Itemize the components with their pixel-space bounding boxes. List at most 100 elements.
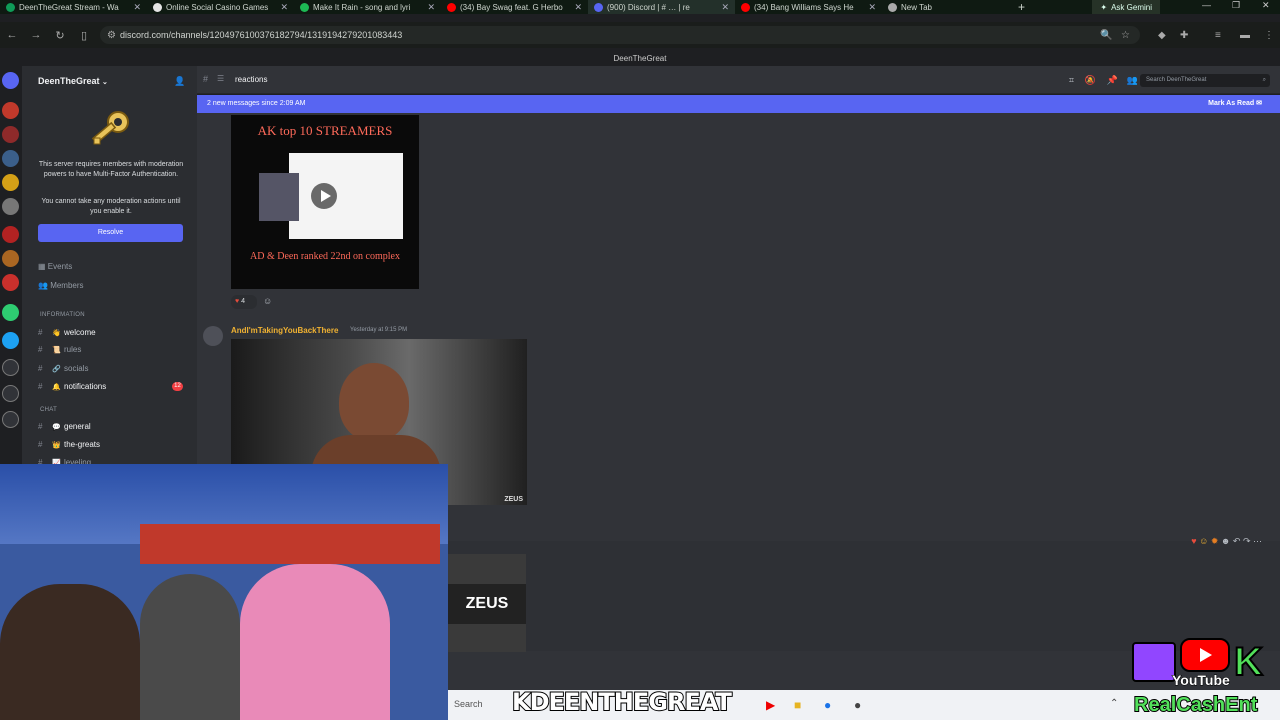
- extension-icon[interactable]: ◆: [1158, 30, 1166, 41]
- back-icon[interactable]: ←: [0, 29, 24, 41]
- tab-close-icon[interactable]: ✕: [427, 2, 435, 13]
- tab-close-icon[interactable]: ✕: [133, 2, 141, 13]
- minimize-icon[interactable]: —: [1202, 0, 1211, 10]
- close-window-icon[interactable]: ✕: [1262, 0, 1270, 11]
- browser-tab[interactable]: Make It Rain - song and lyri ✕: [294, 0, 441, 14]
- more-options-icon[interactable]: ⋯: [1253, 536, 1262, 546]
- browser-taskbar-icon[interactable]: ●: [824, 698, 831, 712]
- channel-title: reactions: [235, 75, 268, 84]
- members-item[interactable]: 👥 Members: [38, 281, 84, 290]
- threads-icon[interactable]: ⌗: [1069, 75, 1074, 86]
- message-author[interactable]: AndI'mTakingYouBackThere: [231, 326, 338, 335]
- brand-realcashent-text: RealCashEnt: [1133, 693, 1258, 717]
- ask-gemini-button[interactable]: ✦ Ask Gemini: [1092, 0, 1160, 14]
- mark-as-read-button[interactable]: Mark As Read ✉: [1208, 95, 1262, 113]
- browser-tab[interactable]: Online Social Casino Games ✕: [147, 0, 294, 14]
- channel-rules[interactable]: # 📜 rules: [38, 345, 81, 354]
- tray-chevron-icon[interactable]: ⌃: [1110, 698, 1118, 709]
- server-icon[interactable]: [2, 304, 19, 321]
- folder-icon[interactable]: ■: [794, 698, 801, 712]
- server-icon[interactable]: [2, 150, 19, 167]
- server-name-dropdown[interactable]: DeenTheGreat ⌄: [38, 76, 108, 86]
- youtube-taskbar-icon[interactable]: ▶: [766, 698, 775, 712]
- site-info-icon[interactable]: ⚙: [107, 30, 116, 41]
- video-embed-thumbnail[interactable]: AK top 10 STREAMERS AD & Deen ranked 22n…: [231, 115, 419, 289]
- download-apps-icon[interactable]: [2, 411, 19, 428]
- reaction-smile-icon[interactable]: ☺: [1199, 536, 1208, 546]
- maximize-icon[interactable]: ❐: [1232, 0, 1240, 11]
- channel-sidebar: DeenTheGreat ⌄ 👤 This server requires me…: [22, 66, 197, 467]
- mark-read-icon: ✉: [1256, 100, 1262, 107]
- address-bar[interactable]: discord.com/channels/1204976100376182794…: [100, 26, 1140, 44]
- server-icon[interactable]: [2, 174, 19, 191]
- reaction-heart-icon[interactable]: ♥: [1191, 536, 1196, 546]
- invite-people-icon[interactable]: 👤: [174, 76, 185, 87]
- tab-favicon-icon: [594, 2, 603, 12]
- browser-tab[interactable]: New Tab: [882, 0, 1012, 14]
- server-icon[interactable]: [2, 102, 19, 119]
- search-input[interactable]: Search DeenTheGreat ⌕: [1140, 74, 1270, 87]
- server-icon[interactable]: [2, 332, 19, 349]
- browser-tab[interactable]: (34) Bang Williams Says He ✕: [735, 0, 882, 14]
- browser-tab[interactable]: DeenTheGreat Stream - Wa ✕: [0, 0, 147, 14]
- tab-close-icon[interactable]: ✕: [280, 2, 288, 13]
- channel-welcome[interactable]: # 👋 welcome: [38, 328, 96, 337]
- category-label: INFORMATION: [40, 312, 85, 318]
- avatar[interactable]: [203, 326, 223, 346]
- server-icon[interactable]: [2, 250, 19, 267]
- channel-name: rules: [64, 345, 82, 354]
- server-icon[interactable]: [2, 226, 19, 243]
- add-server-icon[interactable]: [2, 359, 19, 376]
- new-tab-icon[interactable]: +: [1018, 0, 1025, 14]
- category-chat[interactable]: CHAT: [40, 407, 57, 413]
- reaction-pill[interactable]: ♥ 4: [231, 295, 257, 309]
- channel-notifications[interactable]: # 🔔 notifications: [38, 382, 106, 391]
- notification-settings-icon[interactable]: 🔕: [1085, 75, 1096, 86]
- tab-favicon-icon: [447, 2, 456, 12]
- channel-name: socials: [64, 364, 89, 373]
- puzzle-icon[interactable]: ✚: [1180, 30, 1188, 41]
- browser-tab[interactable]: (34) Bay Swag feat. G Herbo ✕: [441, 0, 588, 14]
- channel-the-greats[interactable]: # 👑 the-greats: [38, 440, 100, 449]
- browser-tab-active[interactable]: (900) Discord | # … | re ✕: [588, 0, 735, 14]
- add-reaction-icon[interactable]: ☻: [1221, 536, 1230, 546]
- search-icon: ⌕: [1262, 77, 1266, 83]
- channel-emoji: 🔗: [52, 365, 61, 373]
- hovered-message-row[interactable]: [447, 541, 1280, 651]
- forward-icon[interactable]: →: [24, 29, 48, 41]
- member-list-icon[interactable]: 👥: [1127, 75, 1138, 86]
- channel-general[interactable]: # 💬 general: [38, 422, 91, 431]
- url-text: discord.com/channels/1204976100376182794…: [120, 30, 403, 40]
- sidebar-toggle-icon[interactable]: ▯: [72, 29, 96, 42]
- pinned-messages-icon[interactable]: 📌: [1107, 75, 1118, 86]
- reply-icon[interactable]: ↶: [1233, 536, 1241, 546]
- category-information[interactable]: INFORMATION: [40, 312, 85, 318]
- server-icon[interactable]: [2, 274, 19, 291]
- resolve-button[interactable]: Resolve: [38, 224, 183, 242]
- channel-name: the-greats: [64, 440, 101, 449]
- reaction-fire-icon[interactable]: ✹: [1211, 536, 1219, 546]
- server-icon[interactable]: [2, 126, 19, 143]
- explore-servers-icon[interactable]: [2, 385, 19, 402]
- image-attachment[interactable]: ZEUS: [448, 554, 526, 652]
- channel-emoji: 👋: [52, 329, 61, 337]
- add-reaction-icon[interactable]: ☺: [263, 296, 272, 306]
- taskbar-search[interactable]: Search: [454, 699, 483, 709]
- channel-socials[interactable]: # 🔗 socials: [38, 364, 88, 373]
- tab-close-icon[interactable]: ✕: [574, 2, 582, 13]
- tab-close-icon[interactable]: ✕: [868, 2, 876, 13]
- profile-icon[interactable]: ▬: [1240, 30, 1250, 41]
- server-icon[interactable]: [2, 198, 19, 215]
- play-icon[interactable]: [311, 183, 337, 209]
- app-taskbar-icon[interactable]: ●: [854, 698, 861, 712]
- bookmark-star-icon[interactable]: ☆: [1121, 30, 1130, 41]
- direct-messages-icon[interactable]: [2, 72, 19, 89]
- events-item[interactable]: ▦ Events: [38, 262, 72, 271]
- forward-icon[interactable]: ↷: [1243, 536, 1251, 546]
- media-control-icon[interactable]: ≡: [1215, 30, 1221, 41]
- browser-menu-icon[interactable]: ⋮: [1264, 30, 1274, 41]
- new-messages-bar[interactable]: 2 new messages since 2:09 AM Mark As Rea…: [197, 95, 1280, 113]
- zoom-icon[interactable]: 🔍: [1100, 30, 1112, 41]
- reload-icon[interactable]: ↻: [48, 29, 72, 42]
- tab-close-icon[interactable]: ✕: [721, 2, 729, 13]
